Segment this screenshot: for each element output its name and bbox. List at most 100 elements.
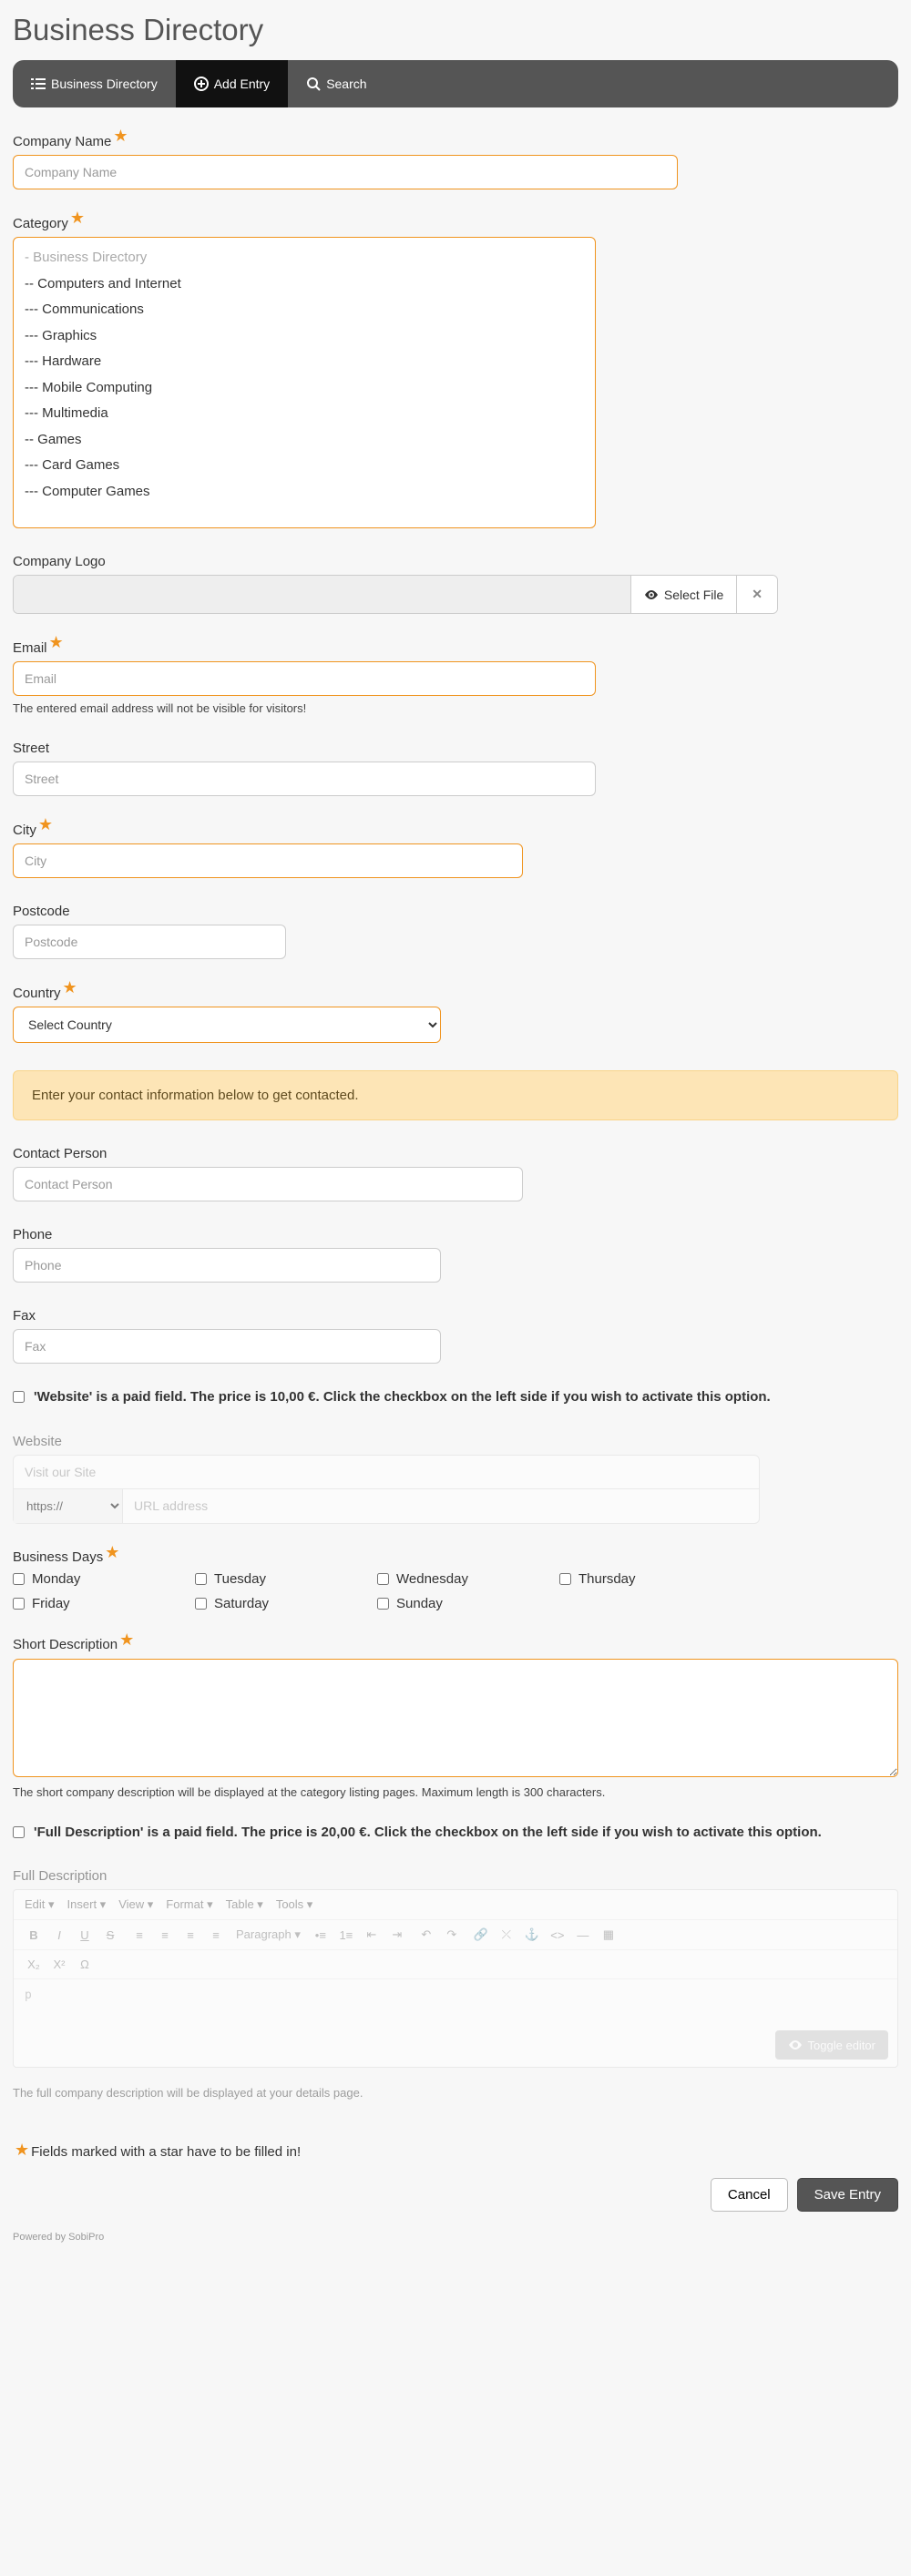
omega-icon[interactable]: Ω: [76, 1958, 94, 1971]
paragraph-select[interactable]: Paragraph ▾: [236, 1927, 301, 1942]
bold-icon[interactable]: B: [25, 1928, 43, 1942]
editor-menu-format[interactable]: Format ▾: [166, 1897, 212, 1912]
align-left-icon[interactable]: ≡: [130, 1928, 148, 1942]
day-checkbox[interactable]: [13, 1598, 25, 1610]
day-checkbox[interactable]: [377, 1598, 389, 1610]
number-list-icon[interactable]: 1≡: [337, 1928, 355, 1942]
indent-icon[interactable]: ⇥: [388, 1927, 406, 1942]
required-star-icon: ★: [105, 1544, 119, 1560]
day-checkbox[interactable]: [377, 1573, 389, 1585]
day-label: Monday: [32, 1571, 80, 1587]
category-option[interactable]: --- Multimedia: [25, 401, 584, 427]
select-file-button[interactable]: Select File: [630, 576, 736, 613]
country-select[interactable]: Select Country: [13, 1007, 441, 1043]
category-option[interactable]: --- Communications: [25, 297, 584, 323]
day-wednesday[interactable]: Wednesday: [377, 1571, 559, 1587]
company-name-input[interactable]: [13, 155, 678, 189]
required-star-icon: ★: [15, 2142, 29, 2158]
align-center-icon[interactable]: ≡: [156, 1928, 174, 1942]
day-saturday[interactable]: Saturday: [195, 1596, 377, 1611]
day-checkbox[interactable]: [559, 1573, 571, 1585]
hr-icon[interactable]: —: [574, 1928, 592, 1942]
cancel-button[interactable]: Cancel: [711, 2178, 788, 2212]
unlink-icon[interactable]: ⤫: [497, 1927, 516, 1942]
category-option[interactable]: -- Games: [25, 427, 584, 454]
editor-body[interactable]: p: [14, 1979, 897, 2023]
clear-file-button[interactable]: ✕: [736, 576, 777, 613]
eye-icon: [644, 588, 659, 602]
tab-business-directory[interactable]: Business Directory: [13, 60, 176, 107]
save-entry-button[interactable]: Save Entry: [797, 2178, 898, 2212]
day-thursday[interactable]: Thursday: [559, 1571, 742, 1587]
bullet-list-icon[interactable]: •≡: [312, 1928, 330, 1942]
full-desc-label: Full Description: [13, 1868, 107, 1884]
page-title: Business Directory: [13, 13, 898, 47]
tab-add-entry[interactable]: Add Entry: [176, 60, 288, 107]
category-option[interactable]: -- Computers and Internet: [25, 271, 584, 298]
day-checkbox[interactable]: [195, 1598, 207, 1610]
nav-tabs: Business Directory Add Entry Search: [13, 60, 898, 107]
city-input[interactable]: [13, 843, 523, 878]
toggle-editor-button[interactable]: Toggle editor: [775, 2030, 888, 2060]
category-option[interactable]: --- Card Games: [25, 453, 584, 479]
align-justify-icon[interactable]: ≡: [207, 1928, 225, 1942]
website-paid-text: 'Website' is a paid field. The price is …: [34, 1387, 771, 1408]
select-file-label: Select File: [664, 588, 723, 602]
tab-search[interactable]: Search: [288, 60, 384, 107]
phone-label: Phone: [13, 1227, 52, 1242]
italic-icon[interactable]: I: [50, 1928, 68, 1942]
email-label: Email: [13, 640, 47, 656]
website-title-input[interactable]: [14, 1456, 759, 1488]
search-icon: [306, 77, 321, 91]
redo-icon[interactable]: ↷: [443, 1927, 461, 1942]
day-monday[interactable]: Monday: [13, 1571, 195, 1587]
underline-icon[interactable]: U: [76, 1928, 94, 1942]
short-desc-textarea[interactable]: [13, 1659, 898, 1777]
category-option[interactable]: --- Mobile Computing: [25, 375, 584, 402]
editor-menu-view[interactable]: View ▾: [118, 1897, 153, 1912]
powered-by: Powered by SobiPro: [13, 2232, 898, 2243]
align-right-icon[interactable]: ≡: [181, 1928, 200, 1942]
category-option[interactable]: - Business Directory: [25, 245, 584, 271]
day-sunday[interactable]: Sunday: [377, 1596, 559, 1611]
day-friday[interactable]: Friday: [13, 1596, 195, 1611]
category-listbox[interactable]: - Business Directory -- Computers and In…: [13, 237, 596, 528]
code-icon[interactable]: <>: [548, 1928, 567, 1942]
postcode-input[interactable]: [13, 925, 286, 959]
tab-label: Search: [326, 77, 366, 91]
contact-person-input[interactable]: [13, 1167, 523, 1201]
email-help-text: The entered email address will not be vi…: [13, 701, 898, 715]
email-input[interactable]: [13, 661, 596, 696]
undo-icon[interactable]: ↶: [417, 1927, 435, 1942]
outdent-icon[interactable]: ⇤: [363, 1927, 381, 1942]
editor-menu-tools[interactable]: Tools ▾: [276, 1897, 313, 1912]
superscript-icon[interactable]: X²: [50, 1958, 68, 1971]
short-desc-help: The short company description will be di…: [13, 1785, 898, 1799]
editor-menu-table[interactable]: Table ▾: [226, 1897, 263, 1912]
website-paid-checkbox[interactable]: [13, 1391, 25, 1403]
fax-input[interactable]: [13, 1329, 441, 1364]
fulldesc-paid-checkbox[interactable]: [13, 1826, 25, 1838]
category-option[interactable]: --- Computer Games: [25, 479, 584, 506]
website-protocol-select[interactable]: https://: [14, 1489, 123, 1523]
day-checkbox[interactable]: [13, 1573, 25, 1585]
required-star-icon: ★: [38, 816, 53, 833]
day-label: Tuesday: [214, 1571, 266, 1587]
category-label: Category: [13, 216, 68, 231]
category-option[interactable]: --- Graphics: [25, 323, 584, 350]
tab-label: Add Entry: [214, 77, 270, 91]
strike-icon[interactable]: S: [101, 1928, 119, 1942]
day-tuesday[interactable]: Tuesday: [195, 1571, 377, 1587]
category-option[interactable]: --- Hardware: [25, 349, 584, 375]
subscript-icon[interactable]: X₂: [25, 1958, 43, 1971]
editor-menu-edit[interactable]: Edit ▾: [25, 1897, 55, 1912]
link-icon[interactable]: 🔗: [472, 1927, 490, 1942]
table-icon[interactable]: ▦: [599, 1927, 618, 1942]
anchor-icon[interactable]: ⚓: [523, 1927, 541, 1942]
editor-menu-insert[interactable]: Insert ▾: [67, 1897, 107, 1912]
website-url-input[interactable]: [123, 1489, 759, 1523]
street-input[interactable]: [13, 762, 596, 796]
short-desc-label: Short Description: [13, 1637, 118, 1652]
phone-input[interactable]: [13, 1248, 441, 1283]
day-checkbox[interactable]: [195, 1573, 207, 1585]
